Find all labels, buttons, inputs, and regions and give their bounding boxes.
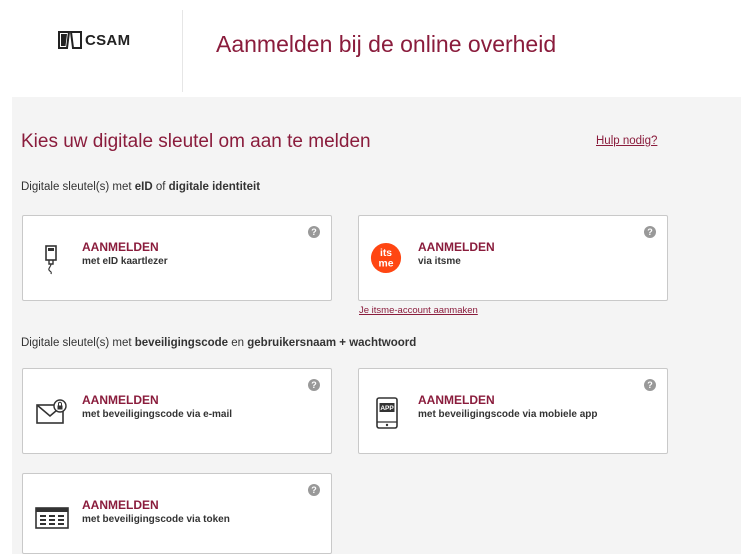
login-card-email-subtitle: met beveiligingscode via e-mail (82, 409, 233, 420)
header-title: Aanmelden bij de online overheid (216, 31, 557, 57)
itsme-icon-text-top: its (380, 248, 392, 259)
header-divider (182, 10, 183, 92)
section-label-code-bold2: gebruikersnaam + wachtwoord (247, 337, 417, 349)
login-card-eid-subtitle: met eID kaartlezer (82, 256, 168, 267)
mobile-app-icon: APP (376, 397, 398, 429)
help-icon[interactable]: ? (308, 226, 320, 238)
help-icon[interactable]: ? (308, 379, 320, 391)
login-card-itsme[interactable]: its me AANMELDEN via itsme ? (358, 215, 668, 301)
login-card-itsme-subtitle: via itsme (418, 256, 461, 267)
section-label-code-mid: en (228, 337, 248, 349)
csam-logo-text: CSAM (85, 31, 131, 49)
login-card-email-title: AANMELDEN (82, 393, 159, 407)
login-card-token-subtitle: met beveiligingscode via token (82, 514, 230, 525)
section-label-code-bold1: beveiligingscode (134, 337, 229, 349)
email-lock-icon (36, 399, 67, 424)
section-label-eid-mid: of (152, 181, 169, 193)
token-icon (35, 507, 69, 529)
itsme-icon-text-bottom: me (379, 258, 394, 269)
login-card-token-title: AANMELDEN (82, 498, 159, 512)
section-label-code-prefix: Digitale sleutel(s) met (21, 337, 135, 349)
mobile-app-icon-text: APP (380, 405, 394, 412)
section-label-eid-bold2: digitale identiteit (168, 181, 261, 193)
section-label-eid: Digitale sleutel(s) met eID of digitale … (21, 181, 260, 193)
csam-logo[interactable]: CSAM (58, 30, 130, 50)
login-card-itsme-title: AANMELDEN (418, 240, 495, 254)
login-card-email[interactable]: AANMELDEN met beveiligingscode via e-mai… (22, 368, 332, 454)
section-label-eid-prefix: Digitale sleutel(s) met (21, 181, 135, 193)
login-card-eid-title: AANMELDEN (82, 240, 159, 254)
login-card-mobile-app-subtitle: met beveiligingscode via mobiele app (418, 409, 598, 420)
help-link[interactable]: Hulp nodig? (596, 135, 657, 147)
login-card-eid[interactable]: AANMELDEN met eID kaartlezer ? (22, 215, 332, 301)
section-label-code: Digitale sleutel(s) met beveiligingscode… (21, 337, 416, 349)
page-title: Kies uw digitale sleutel om aan te melde… (21, 131, 371, 152)
section-label-eid-bold1: eID (134, 181, 153, 193)
help-icon[interactable]: ? (308, 484, 320, 496)
header: CSAM Aanmelden bij de online overheid (0, 0, 741, 92)
help-icon[interactable]: ? (644, 379, 656, 391)
csam-logo-icon (58, 31, 82, 49)
login-card-mobile-app[interactable]: APP AANMELDEN met beveiligingscode via m… (358, 368, 668, 454)
login-card-mobile-app-title: AANMELDEN (418, 393, 495, 407)
itsme-create-account-link[interactable]: Je itsme-account aanmaken (359, 305, 478, 316)
itsme-icon: its me (370, 242, 402, 274)
eid-card-reader-icon (45, 245, 57, 275)
login-card-token[interactable]: AANMELDEN met beveiligingscode via token… (22, 473, 332, 554)
help-icon[interactable]: ? (644, 226, 656, 238)
